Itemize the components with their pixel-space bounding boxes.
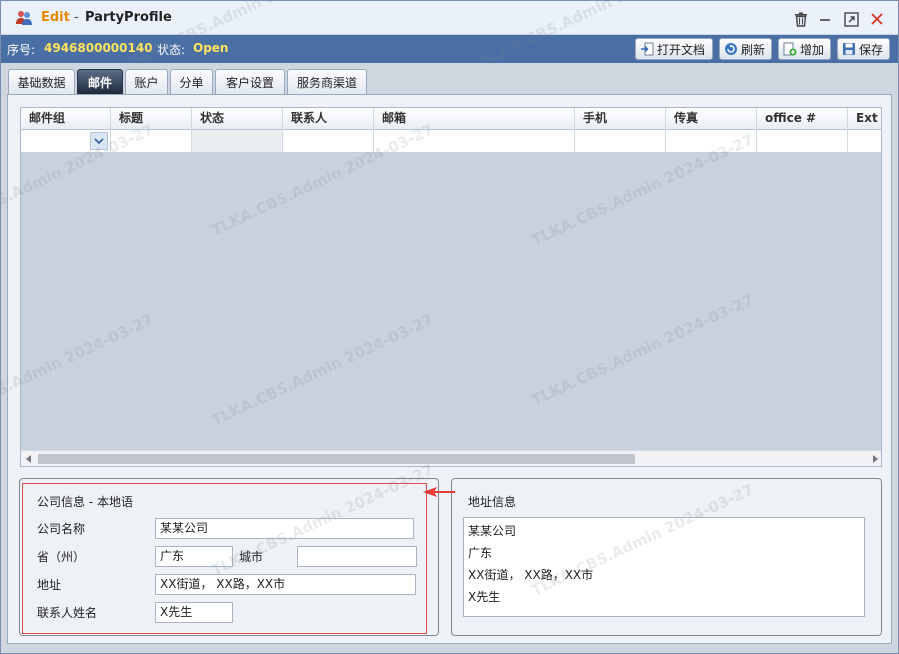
status-toolbar: 序号: 4946800000140 状态: Open 打开文档 刷新 增加 保存	[1, 35, 898, 63]
column-header[interactable]: 邮件组	[21, 108, 111, 130]
company-info-title: 公司信息 - 本地语	[37, 495, 133, 509]
chevron-down-icon	[94, 137, 104, 144]
save-label: 保存	[859, 42, 884, 57]
dropdown-trigger[interactable]	[90, 132, 108, 150]
maximize-button[interactable]	[842, 10, 860, 28]
address-line: 广东	[468, 546, 493, 560]
party-profile-window: Edit - PartyProfile 序号: 4946800000140 状态…	[0, 0, 899, 654]
email-grid: 邮件组 标题 状态 联系人 邮箱 手机 传真 office # Ext #	[20, 107, 882, 467]
title-bar: Edit - PartyProfile	[1, 1, 898, 35]
tab-label: 客户设置	[225, 76, 274, 90]
tab-split[interactable]: 分单	[170, 69, 213, 95]
column-header[interactable]: 状态	[192, 108, 283, 130]
minimize-icon	[820, 19, 830, 21]
address-label: 地址	[37, 578, 62, 592]
red-arrow-icon	[423, 487, 455, 497]
status-cell	[192, 130, 283, 152]
delete-button[interactable]	[792, 10, 810, 28]
tab-account[interactable]: 账户	[125, 69, 168, 95]
open-document-button[interactable]: 打开文档	[635, 38, 713, 60]
province-field[interactable]: 广东	[155, 546, 233, 567]
trash-icon	[795, 12, 807, 27]
maximize-icon	[843, 11, 859, 27]
users-icon	[16, 11, 32, 25]
tab-label: 账户	[134, 76, 159, 90]
scrollbar-thumb[interactable]	[38, 454, 635, 464]
window-mode: Edit	[41, 10, 70, 25]
open-document-label: 打开文档	[657, 42, 706, 57]
add-document-icon	[783, 42, 797, 56]
column-header[interactable]: 联系人	[283, 108, 374, 130]
address-preview: 某某公司 广东 XX街道， XX路，XX市 X先生	[463, 517, 865, 617]
close-button[interactable]	[868, 10, 886, 28]
column-header[interactable]: 传真	[666, 108, 757, 130]
address-line: XX街道， XX路，XX市	[468, 568, 594, 582]
address-info-panel: 地址信息 某某公司 广东 XX街道， XX路，XX市 X先生	[451, 478, 882, 636]
address-line: 某某公司	[468, 524, 517, 538]
address-info-title: 地址信息	[468, 495, 517, 509]
city-label: 城市	[239, 550, 264, 564]
company-name-field[interactable]: 某某公司	[155, 518, 414, 539]
contact-name-field[interactable]: X先生	[155, 602, 233, 623]
tab-provider-channel[interactable]: 服务商渠道	[287, 69, 367, 95]
add-label: 增加	[800, 42, 825, 57]
province-label: 省（州）	[37, 550, 86, 564]
window-title: PartyProfile	[85, 10, 172, 25]
refresh-icon	[725, 43, 737, 55]
contact-name-label: 联系人姓名	[37, 606, 98, 620]
horizontal-scrollbar[interactable]	[21, 450, 881, 466]
save-button[interactable]: 保存	[837, 38, 890, 60]
tab-label: 服务商渠道	[296, 76, 357, 90]
title-separator: -	[74, 10, 79, 25]
column-header[interactable]: 标题	[111, 108, 192, 130]
office-cell[interactable]	[757, 130, 848, 152]
column-header[interactable]: Ext #	[848, 108, 881, 130]
ext-cell[interactable]	[848, 130, 881, 152]
tab-customer-settings[interactable]: 客户设置	[215, 69, 285, 95]
scroll-left-icon[interactable]	[26, 455, 32, 463]
refresh-label: 刷新	[741, 42, 766, 57]
column-header[interactable]: 手机	[575, 108, 666, 130]
refresh-button[interactable]: 刷新	[719, 38, 772, 60]
company-info-panel: 公司信息 - 本地语 公司名称 某某公司 省（州） 广东 城市 地址 XX街道，…	[19, 478, 439, 636]
scroll-right-icon[interactable]	[872, 455, 878, 463]
tab-label: 邮件	[87, 76, 112, 90]
table-row[interactable]	[21, 130, 881, 153]
city-field[interactable]	[297, 546, 417, 567]
state-value: Open	[193, 41, 229, 55]
contact-cell[interactable]	[283, 130, 374, 152]
email-cell[interactable]	[374, 130, 575, 152]
title-cell[interactable]	[111, 130, 192, 152]
tab-label: 基础数据	[17, 76, 66, 90]
column-header[interactable]: 邮箱	[374, 108, 575, 130]
mobile-cell[interactable]	[575, 130, 666, 152]
open-document-icon	[641, 42, 654, 56]
tab-basic-data[interactable]: 基础数据	[8, 69, 75, 95]
minimize-button[interactable]	[816, 10, 834, 28]
email-tab-content: 邮件组 标题 状态 联系人 邮箱 手机 传真 office # Ext #	[7, 94, 892, 644]
tab-bar: 基础数据 邮件 账户 分单 客户设置 服务商渠道	[1, 63, 898, 95]
company-name-label: 公司名称	[37, 522, 86, 536]
state-label: 状态:	[157, 43, 186, 57]
tab-email[interactable]: 邮件	[77, 69, 123, 95]
address-line: X先生	[468, 590, 501, 604]
fax-cell[interactable]	[666, 130, 757, 152]
tab-label: 分单	[179, 76, 204, 90]
grid-header: 邮件组 标题 状态 联系人 邮箱 手机 传真 office # Ext #	[21, 108, 881, 130]
close-icon	[871, 13, 883, 25]
column-header[interactable]: office #	[757, 108, 848, 130]
seq-label: 序号:	[7, 43, 36, 57]
save-icon	[843, 43, 855, 55]
email-group-select[interactable]	[21, 130, 111, 152]
seq-value: 4946800000140	[44, 41, 153, 55]
address-field[interactable]: XX街道， XX路，XX市	[155, 574, 416, 595]
add-button[interactable]: 增加	[778, 38, 831, 60]
